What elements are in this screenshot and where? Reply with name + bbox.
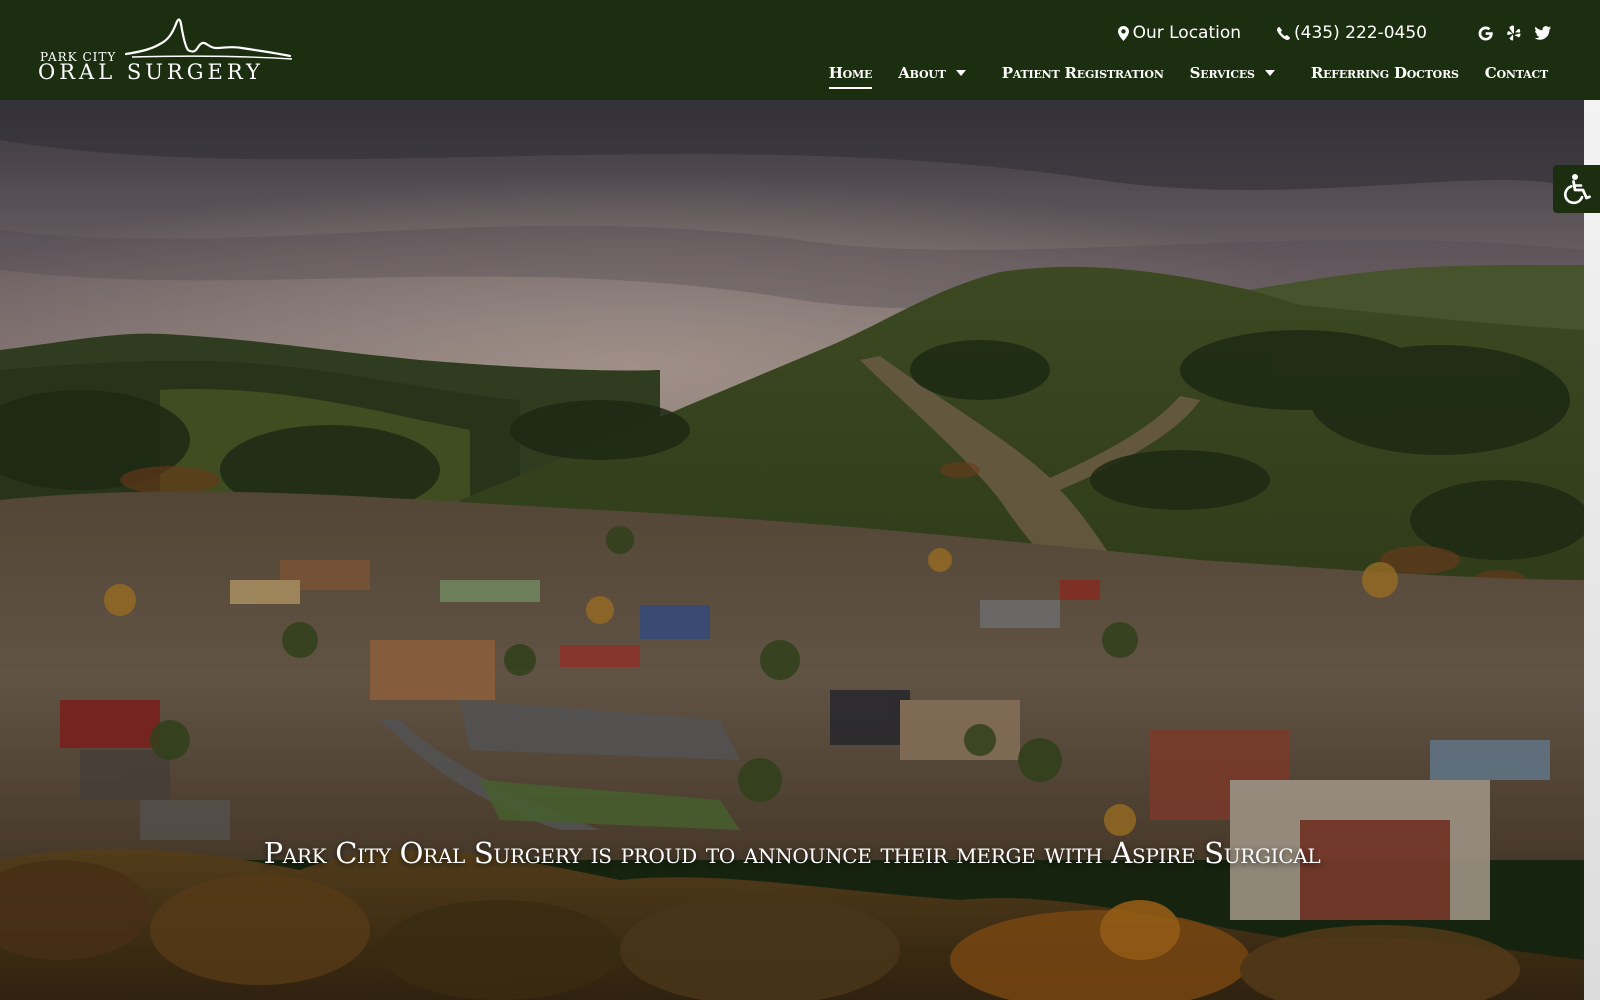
hero-banner: Park City Oral Surgery is proud to annou… [0,100,1584,1000]
map-pin-icon [1117,25,1129,41]
twitter-icon[interactable] [1534,24,1552,42]
contact-bar: Our Location (435) 222-0450 [1082,20,1552,46]
nav-services[interactable]: Services [1190,64,1285,82]
our-location-label: Our Location [1132,23,1242,43]
google-icon[interactable] [1476,24,1494,42]
nav-about[interactable]: About [898,64,976,82]
wheelchair-icon [1563,174,1591,205]
hero-headline: Park City Oral Surgery is proud to annou… [263,836,1321,870]
page-edge-strip [1584,100,1600,1000]
phone-icon [1277,26,1290,40]
site-logo[interactable]: PARK CITY ORAL SURGERY [38,14,300,86]
chevron-down-icon [955,69,966,76]
site-header: PARK CITY ORAL SURGERY Our Location (435… [0,0,1600,100]
nav-home[interactable]: Home [828,64,872,89]
chevron-down-icon [1264,69,1275,76]
accessibility-button[interactable] [1553,165,1600,213]
main-nav: Home About Patient Registration Services… [803,58,1548,89]
nav-contact[interactable]: Contact [1485,64,1548,82]
yelp-icon[interactable] [1505,24,1523,42]
phone-link[interactable]: (435) 222-0450 [1277,23,1427,43]
social-links [1465,24,1552,42]
our-location-link[interactable]: Our Location [1117,23,1242,43]
nav-referring-doctors[interactable]: Referring Doctors [1311,64,1459,82]
nav-patient-registration[interactable]: Patient Registration [1002,64,1164,82]
phone-label: (435) 222-0450 [1294,23,1427,43]
logo-big-text: ORAL SURGERY [38,60,264,84]
